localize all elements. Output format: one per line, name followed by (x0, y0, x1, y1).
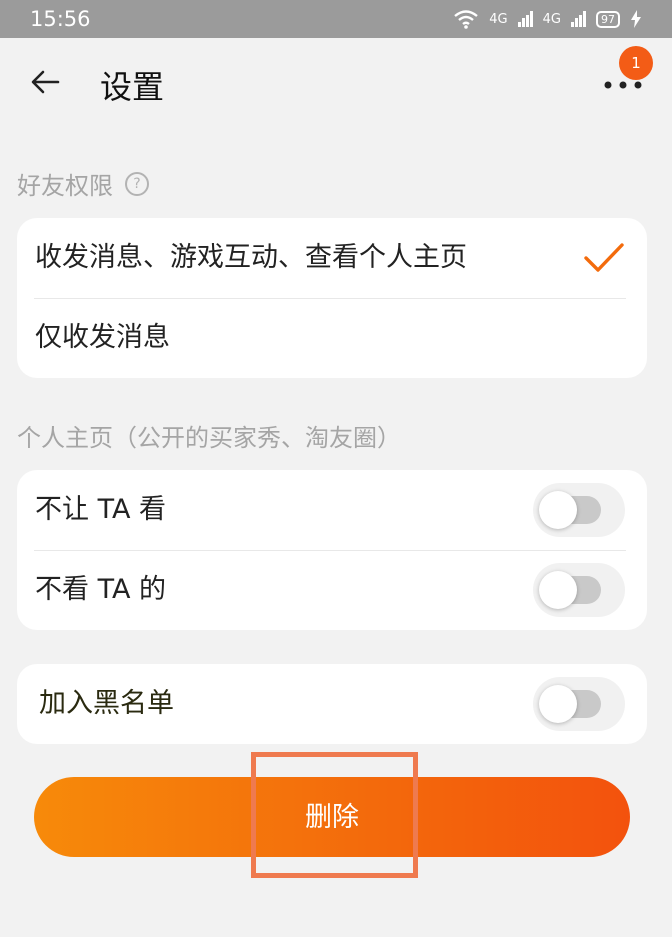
dont-see-ta-toggle[interactable] (533, 563, 625, 617)
friend-permission-label: 好友权限 ? (17, 166, 149, 201)
dont-see-ta-row: 不看 TA 的 (17, 550, 647, 630)
page-title: 设置 (100, 68, 165, 106)
hide-from-ta-toggle[interactable] (533, 483, 625, 537)
friend-permission-text: 好友权限 (17, 172, 113, 200)
dont-see-ta-label: 不看 TA 的 (35, 574, 167, 605)
permission-option-full[interactable]: 收发消息、游戏互动、查看个人主页 (17, 218, 647, 298)
toggle-knob (539, 571, 577, 609)
checkmark-icon (584, 243, 624, 272)
back-arrow-icon[interactable] (28, 64, 64, 100)
permission-option-full-label: 收发消息、游戏互动、查看个人主页 (35, 242, 467, 273)
profile-section-label: 个人主页（公开的买家秀、淘友圈） (17, 418, 401, 453)
network-type-1: 4G (489, 11, 508, 27)
delete-button[interactable]: 删除 (34, 777, 630, 857)
notification-badge: 1 (619, 46, 653, 80)
friend-permission-card: 收发消息、游戏互动、查看个人主页 仅收发消息 (17, 218, 647, 378)
blacklist-card: 加入黑名单 (17, 664, 647, 744)
signal-icon-1 (517, 11, 533, 27)
profile-section-text: 个人主页（公开的买家秀、淘友圈） (17, 424, 401, 452)
toggle-knob (539, 491, 577, 529)
blacklist-label: 加入黑名单 (39, 688, 174, 719)
status-icons: 4G 4G 97 (453, 9, 642, 29)
battery-icon: 97 (596, 10, 620, 28)
hide-from-ta-label: 不让 TA 看 (35, 494, 167, 525)
blacklist-toggle[interactable] (533, 677, 625, 731)
charging-bolt-icon (631, 10, 641, 28)
profile-card: 不让 TA 看 不看 TA 的 (17, 470, 647, 630)
signal-icon-2 (571, 11, 586, 27)
status-bar: 15:56 4G 4G 97 (0, 0, 672, 38)
permission-option-message-only[interactable]: 仅收发消息 (17, 298, 647, 378)
network-type-2: 4G (542, 11, 561, 27)
permission-option-message-only-label: 仅收发消息 (35, 322, 170, 353)
wifi-icon (454, 10, 479, 29)
hide-from-ta-row: 不让 TA 看 (17, 470, 647, 550)
help-icon[interactable]: ? (125, 171, 149, 196)
blacklist-row: 加入黑名单 (17, 664, 647, 744)
status-time: 15:56 (30, 7, 91, 31)
app-header: 设置 (0, 38, 672, 128)
toggle-knob (539, 685, 577, 723)
